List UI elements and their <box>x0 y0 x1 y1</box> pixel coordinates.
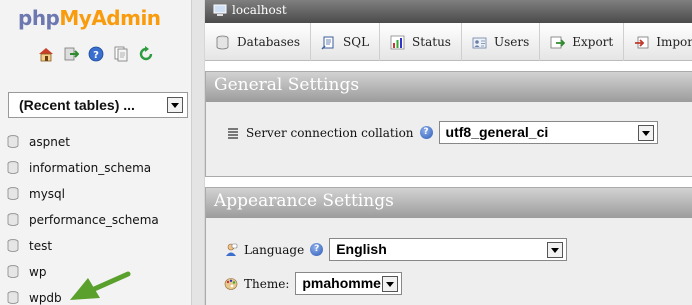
database-name[interactable]: aspnet <box>29 135 70 149</box>
chevron-down-icon[interactable] <box>547 242 564 258</box>
status-icon <box>390 35 405 49</box>
database-icon <box>7 135 19 148</box>
database-icon <box>7 291 19 304</box>
appearance-settings-title: Appearance Settings <box>206 188 692 218</box>
chevron-down-icon[interactable] <box>637 125 654 141</box>
database-icon <box>7 161 19 174</box>
database-item-mysql[interactable]: mysql <box>0 182 159 208</box>
appearance-settings-panel: Appearance Settings Language ? English T… <box>205 187 692 305</box>
chevron-down-icon[interactable] <box>167 97 183 113</box>
reload-icon[interactable] <box>138 46 154 62</box>
general-settings-title: General Settings <box>206 72 692 102</box>
database-icon <box>7 187 19 200</box>
tab-label: Users <box>493 35 530 49</box>
query-help-icon[interactable]: ? <box>88 46 104 62</box>
database-name[interactable]: information_schema <box>29 161 151 175</box>
server-breadcrumb: localhost <box>205 0 692 23</box>
theme-row: Theme: pmahomme <box>224 272 403 295</box>
tab-users[interactable]: Users <box>462 23 541 61</box>
language-value: English <box>336 241 387 257</box>
phpmyadmin-logo[interactable]: phpMyAdmin <box>18 6 161 30</box>
import-icon <box>635 36 649 48</box>
database-item-test[interactable]: test <box>0 234 159 260</box>
users-icon <box>472 37 487 48</box>
docs-icon[interactable] <box>113 46 129 62</box>
language-icon <box>226 243 238 256</box>
sql-icon <box>321 36 334 49</box>
database-item-aspnet[interactable]: aspnet <box>0 130 159 156</box>
logo-php-text: php <box>18 6 60 30</box>
language-label: Language <box>244 242 305 257</box>
tab-label: Status <box>412 35 451 49</box>
databases-icon <box>216 35 229 49</box>
tab-status[interactable]: Status <box>380 23 462 61</box>
database-icon <box>7 265 19 278</box>
help-icon[interactable]: ? <box>419 126 433 139</box>
help-icon[interactable]: ? <box>310 243 324 256</box>
tab-label: Import <box>656 35 692 49</box>
server-name-link[interactable]: localhost <box>232 3 287 17</box>
annotation-arrow-icon <box>70 271 131 300</box>
database-name[interactable]: wpdb <box>29 291 62 305</box>
database-item-performance-schema[interactable]: performance_schema <box>0 208 159 234</box>
theme-select[interactable]: pmahomme <box>295 272 403 295</box>
list-icon <box>228 127 238 139</box>
tab-label: Databases <box>237 35 301 49</box>
language-row: Language ? English <box>224 238 568 261</box>
tab-databases[interactable]: Databases <box>205 23 312 61</box>
theme-palette-icon <box>224 277 238 290</box>
logout-icon[interactable] <box>63 46 79 62</box>
panel-divider[interactable] <box>191 0 205 305</box>
export-icon <box>550 36 566 48</box>
general-settings-panel: General Settings Server connection colla… <box>205 71 692 177</box>
tab-label: SQL <box>343 35 370 49</box>
language-select[interactable]: English <box>329 238 568 261</box>
tab-export[interactable]: Export <box>540 23 625 61</box>
database-name[interactable]: mysql <box>29 187 65 201</box>
svg-text:?: ? <box>93 50 99 61</box>
chevron-down-icon[interactable] <box>382 276 399 292</box>
theme-value: pmahomme <box>302 275 381 291</box>
collation-row: Server connection collation ? utf8_gener… <box>226 121 658 144</box>
database-item-information-schema[interactable]: information_schema <box>0 156 159 182</box>
home-icon[interactable] <box>38 46 54 62</box>
collation-label: Server connection collation <box>246 125 414 140</box>
recent-tables-value: (Recent tables) ... <box>19 97 135 113</box>
server-icon <box>213 4 227 16</box>
database-name[interactable]: performance_schema <box>29 213 159 227</box>
logo-myadmin-text: MyAdmin <box>59 6 161 30</box>
nav-icon-bar: ? <box>38 46 154 62</box>
database-icon <box>7 239 19 252</box>
tab-label: Export <box>572 35 614 49</box>
recent-tables-select[interactable]: (Recent tables) ... <box>8 92 188 118</box>
tab-sql[interactable]: SQL <box>311 23 381 61</box>
database-icon <box>7 213 19 226</box>
navigation-panel: phpMyAdmin ? (Recent tables) ... aspnet … <box>0 0 191 305</box>
main-tabs: Databases SQL Status Users Export Import <box>205 23 692 61</box>
collation-value: utf8_general_ci <box>445 124 549 140</box>
database-name[interactable]: wp <box>29 265 46 279</box>
theme-label: Theme: <box>244 276 290 291</box>
collation-select[interactable]: utf8_general_ci <box>438 121 658 144</box>
database-name[interactable]: test <box>29 239 52 253</box>
tab-import[interactable]: Import <box>624 23 692 61</box>
